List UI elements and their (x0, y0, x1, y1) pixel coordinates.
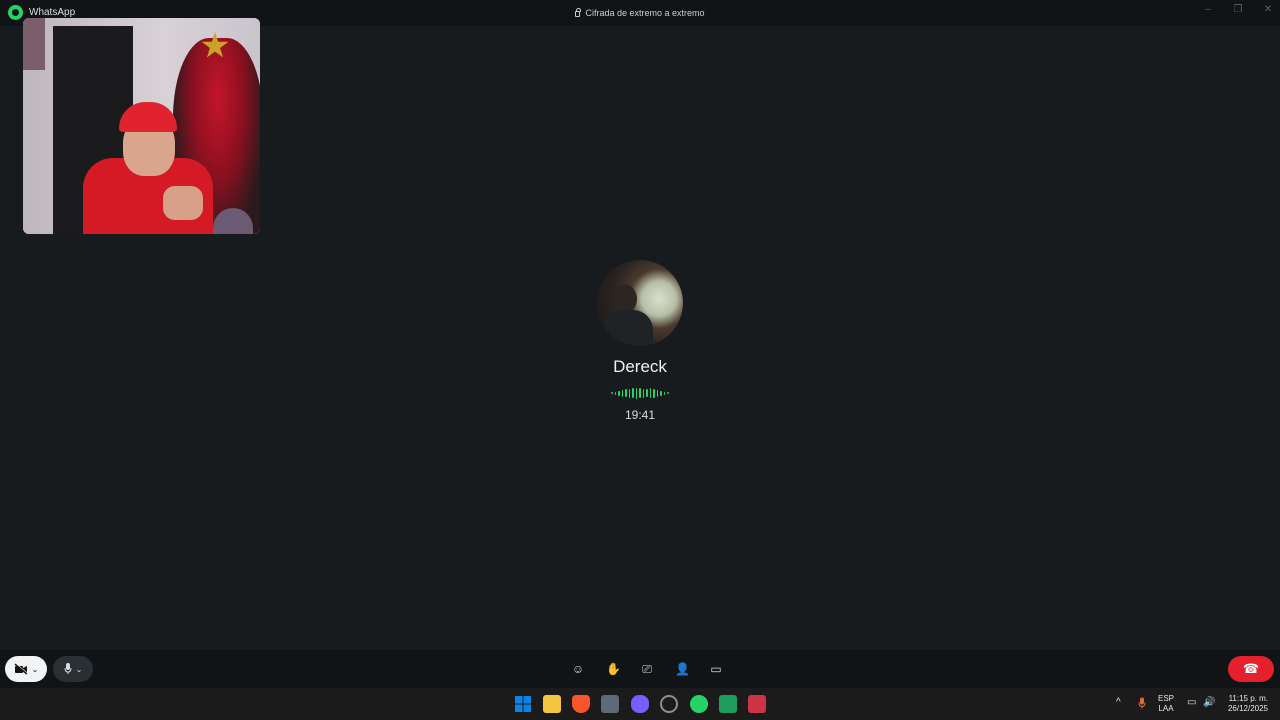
clock-time: 11:15 p. m. (1228, 694, 1268, 703)
captions-icon[interactable]: ▭ (709, 662, 723, 676)
clock-app-icon[interactable] (660, 695, 678, 713)
input-language-indicator[interactable]: ESP LAA (1158, 694, 1174, 714)
call-controls-bar: ⌄ ⌄ ☺ ✋ ⎚ 👤 ▭ ☎ (0, 650, 1280, 688)
wave-bar (625, 389, 627, 397)
network-icon[interactable]: ▭ (1187, 698, 1196, 708)
camera-toggle-button[interactable]: ⌄ (5, 656, 47, 682)
wave-bar (632, 388, 634, 398)
self-video-preview[interactable] (23, 18, 260, 234)
sheets-app-icon[interactable] (719, 695, 737, 713)
tray-overflow-icon[interactable]: ^ (1116, 698, 1121, 708)
wave-bar (663, 391, 666, 395)
file-explorer-icon[interactable] (543, 695, 561, 713)
wave-bar (646, 389, 648, 397)
wave-bar (639, 388, 641, 398)
screen-share-icon[interactable]: ⎚ (640, 662, 654, 676)
whatsapp-taskbar-icon[interactable] (690, 695, 708, 713)
video-person-hands (163, 186, 203, 220)
end-call-button[interactable]: ☎ (1228, 656, 1274, 682)
reactions-icon[interactable]: ☺ (571, 662, 585, 676)
close-button[interactable]: ✕ (1262, 4, 1274, 16)
raise-hand-icon[interactable]: ✋ (606, 662, 621, 676)
tray-microphone-icon[interactable] (1138, 697, 1146, 710)
phone-hangup-icon: ☎ (1242, 661, 1260, 676)
brave-browser-icon[interactable] (572, 695, 590, 713)
start-menu-icon[interactable] (514, 695, 532, 713)
restore-button[interactable]: ❐ (1232, 4, 1244, 16)
minimize-button[interactable]: – (1202, 4, 1214, 16)
keyboard-layout: LAA (1158, 704, 1174, 713)
wave-bar (611, 392, 613, 394)
chevron-down-icon: ⌄ (75, 664, 83, 674)
wave-bar (628, 388, 631, 398)
wave-bar (656, 389, 659, 397)
wave-bar (667, 392, 669, 394)
wave-bar (649, 388, 652, 398)
wave-bar (660, 390, 662, 396)
peer-avatar (597, 260, 683, 346)
window-controls: – ❐ ✕ (1202, 4, 1274, 16)
video-off-icon (14, 663, 28, 675)
game-controller-icon[interactable] (631, 695, 649, 713)
microphone-toggle-button[interactable]: ⌄ (53, 656, 93, 682)
peer-info: Dereck 19:41 (6, 260, 1274, 422)
wave-bar (653, 388, 655, 398)
video-wall-frame (23, 18, 45, 70)
voice-activity-wave-icon (6, 387, 1274, 399)
volume-icon[interactable]: 🔊 (1203, 698, 1215, 708)
peer-name: Dereck (613, 357, 667, 376)
lock-icon (575, 8, 582, 17)
microphone-icon (64, 663, 72, 674)
add-participant-icon[interactable]: 👤 (675, 662, 690, 676)
call-duration: 19:41 (624, 408, 656, 422)
whatsapp-window: WhatsApp Cifrada de extremo a extremo – … (0, 0, 1280, 688)
clock-date: 26/12/2025 (1227, 704, 1268, 713)
app-icon[interactable] (748, 695, 766, 713)
clock[interactable]: 11:15 p. m. 26/12/2025 (1222, 694, 1268, 714)
microsoft-store-icon[interactable] (601, 695, 619, 713)
wave-bar (621, 389, 624, 397)
wave-bar (635, 387, 638, 399)
wave-bar (614, 391, 617, 395)
encryption-text: Cifrada de extremo a extremo (585, 8, 705, 18)
language-code: ESP (1158, 694, 1175, 703)
windows-taskbar: ^ ESP LAA ▭ 🔊 11:15 p. m. 26/12/2025 (0, 688, 1280, 720)
encryption-notice: Cifrada de extremo a extremo (0, 8, 1280, 18)
wave-bar (642, 388, 645, 398)
chevron-down-icon: ⌄ (31, 664, 39, 674)
wave-bar (618, 390, 620, 396)
